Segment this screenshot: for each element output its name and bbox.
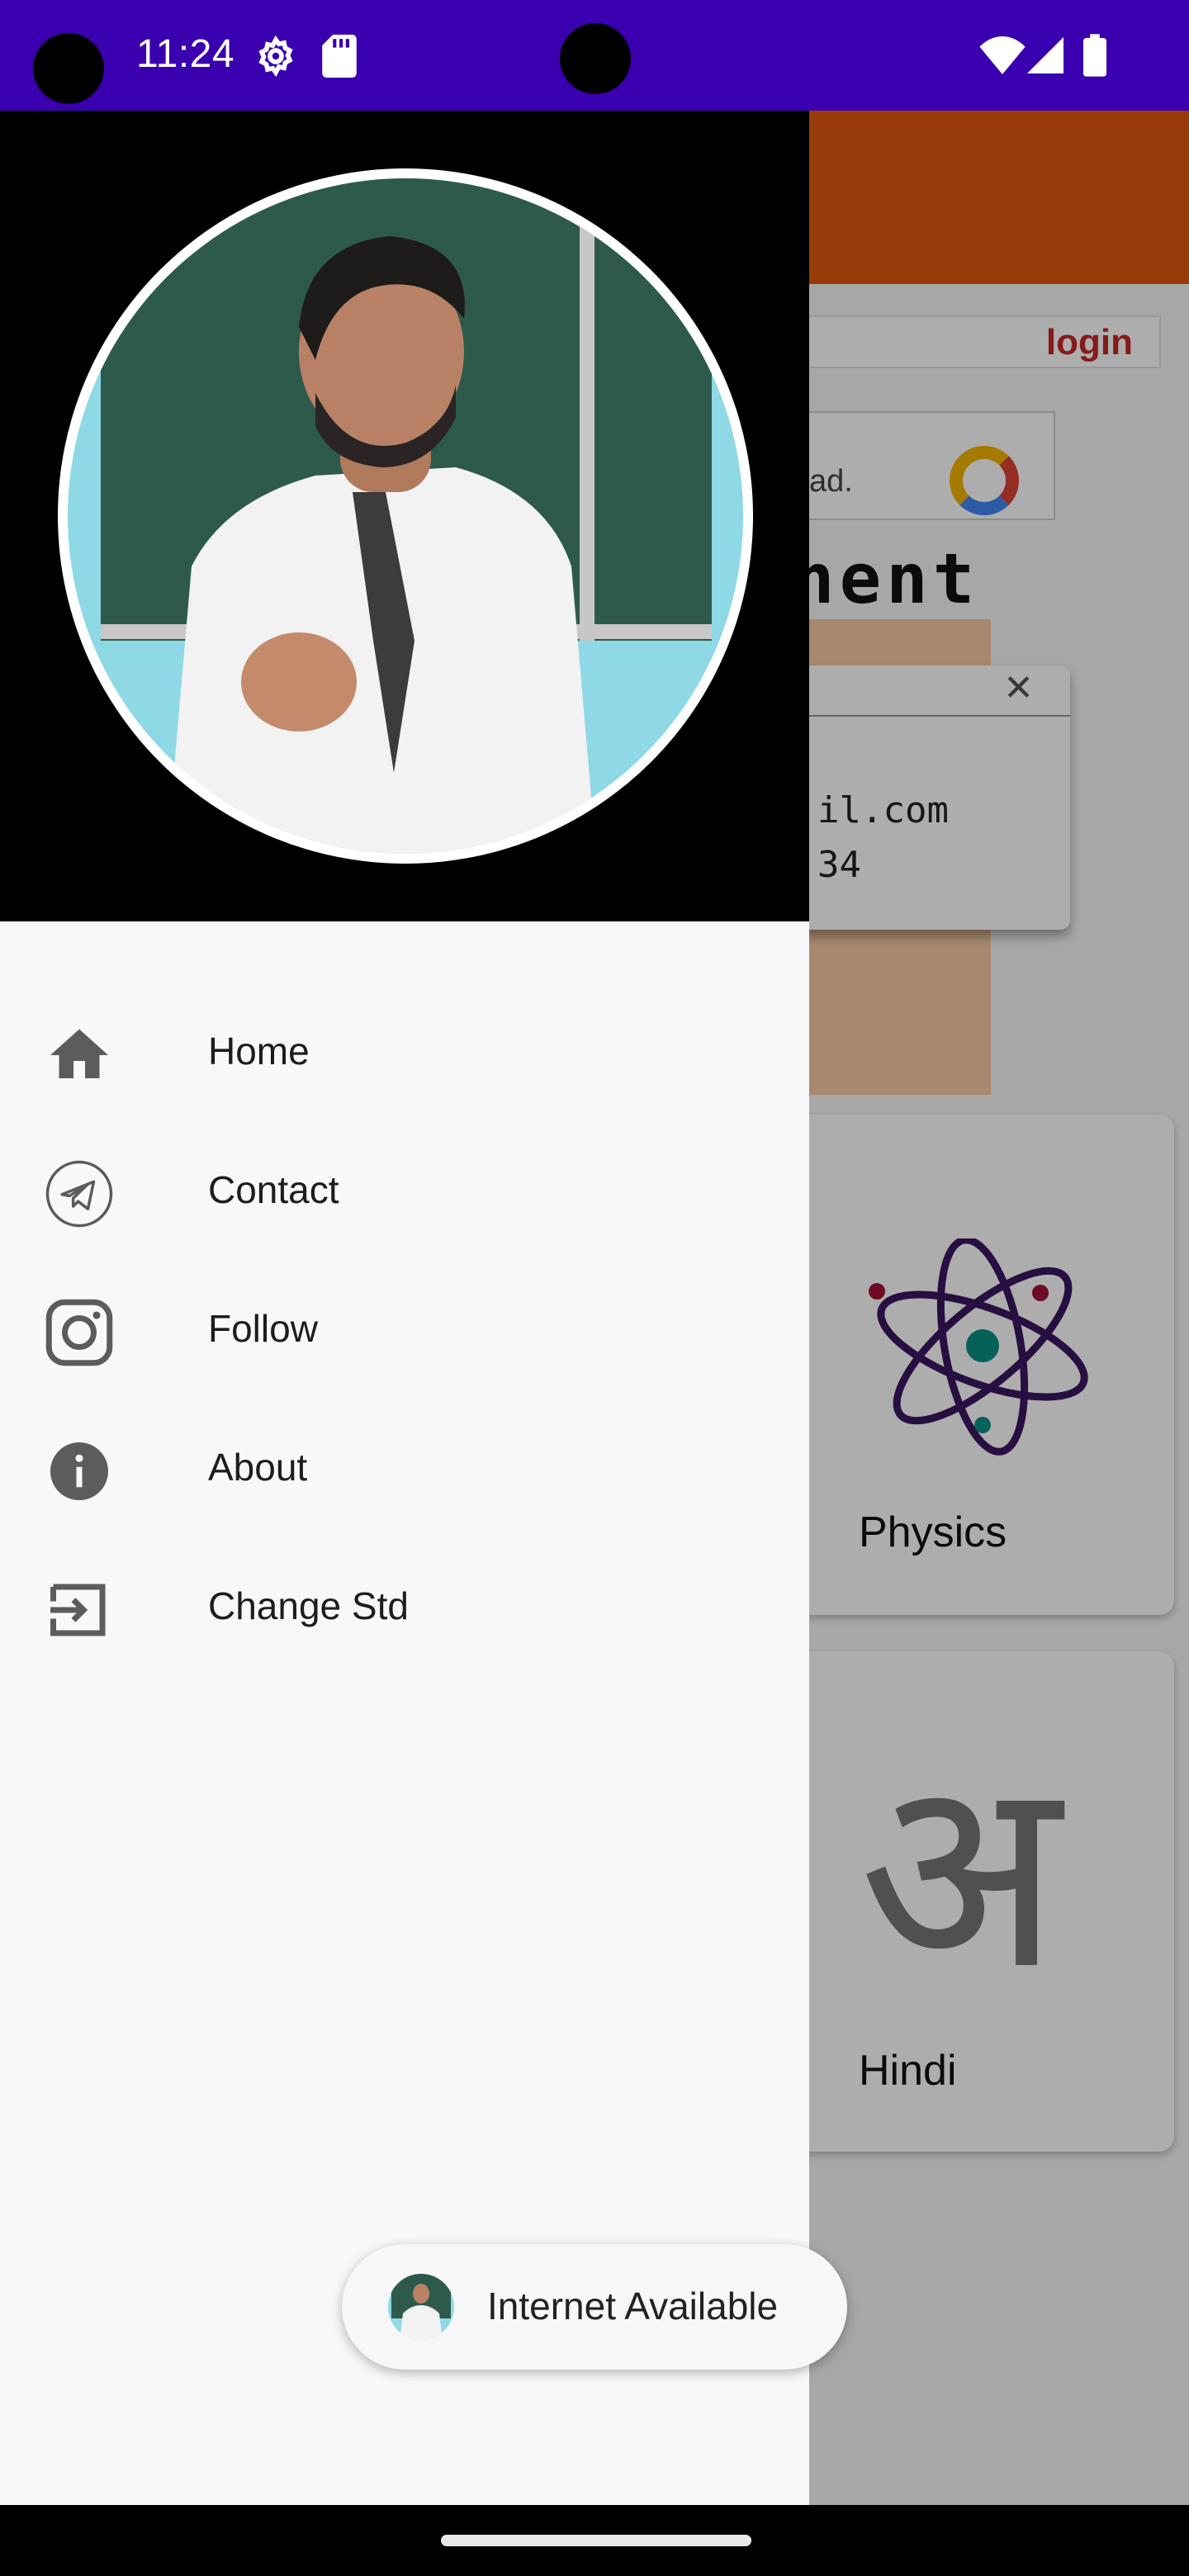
battery-icon bbox=[1083, 34, 1106, 77]
menu-item-label: Contact bbox=[208, 1168, 339, 1211]
telegram-icon bbox=[45, 1160, 113, 1228]
menu-item-about[interactable]: About bbox=[0, 1402, 809, 1541]
status-time: 11:24 bbox=[136, 32, 235, 76]
settings-gear-icon bbox=[258, 35, 293, 78]
menu-item-label: Home bbox=[208, 1030, 310, 1073]
menu-item-change-std[interactable]: Change Std bbox=[0, 1541, 809, 1679]
toast-app-icon bbox=[388, 2274, 454, 2340]
menu-item-label: Follow bbox=[208, 1307, 318, 1350]
app-avatar-icon bbox=[388, 2274, 454, 2340]
front-camera-cutout bbox=[560, 23, 631, 94]
profile-photo bbox=[68, 178, 743, 854]
drawer-header bbox=[0, 111, 809, 921]
toast-message: Internet Available bbox=[487, 2285, 779, 2327]
navigation-drawer: Home Contact Follow About Change Std bbox=[0, 111, 809, 2505]
menu-item-contact[interactable]: Contact bbox=[0, 1125, 809, 1263]
signal-icon bbox=[1027, 37, 1063, 73]
menu-item-follow[interactable]: Follow bbox=[0, 1263, 809, 1402]
status-bar: 11:24 bbox=[0, 0, 1189, 111]
home-gesture-handle[interactable] bbox=[441, 2535, 751, 2546]
internet-toast: Internet Available bbox=[342, 2244, 847, 2370]
system-nav-bar bbox=[0, 2505, 1189, 2576]
menu-item-home[interactable]: Home bbox=[0, 986, 809, 1125]
instagram-icon bbox=[45, 1299, 113, 1366]
menu-item-label: Change Std bbox=[208, 1584, 409, 1627]
exit-icon bbox=[50, 1584, 106, 1636]
info-icon bbox=[50, 1442, 108, 1500]
drawer-menu: Home Contact Follow About Change Std bbox=[0, 986, 809, 1679]
home-icon bbox=[50, 1029, 108, 1078]
wifi-icon bbox=[979, 36, 1026, 74]
profile-avatar bbox=[68, 178, 743, 854]
front-camera-cutout bbox=[33, 33, 104, 104]
menu-item-label: About bbox=[208, 1446, 308, 1489]
sd-card-icon bbox=[322, 35, 357, 78]
